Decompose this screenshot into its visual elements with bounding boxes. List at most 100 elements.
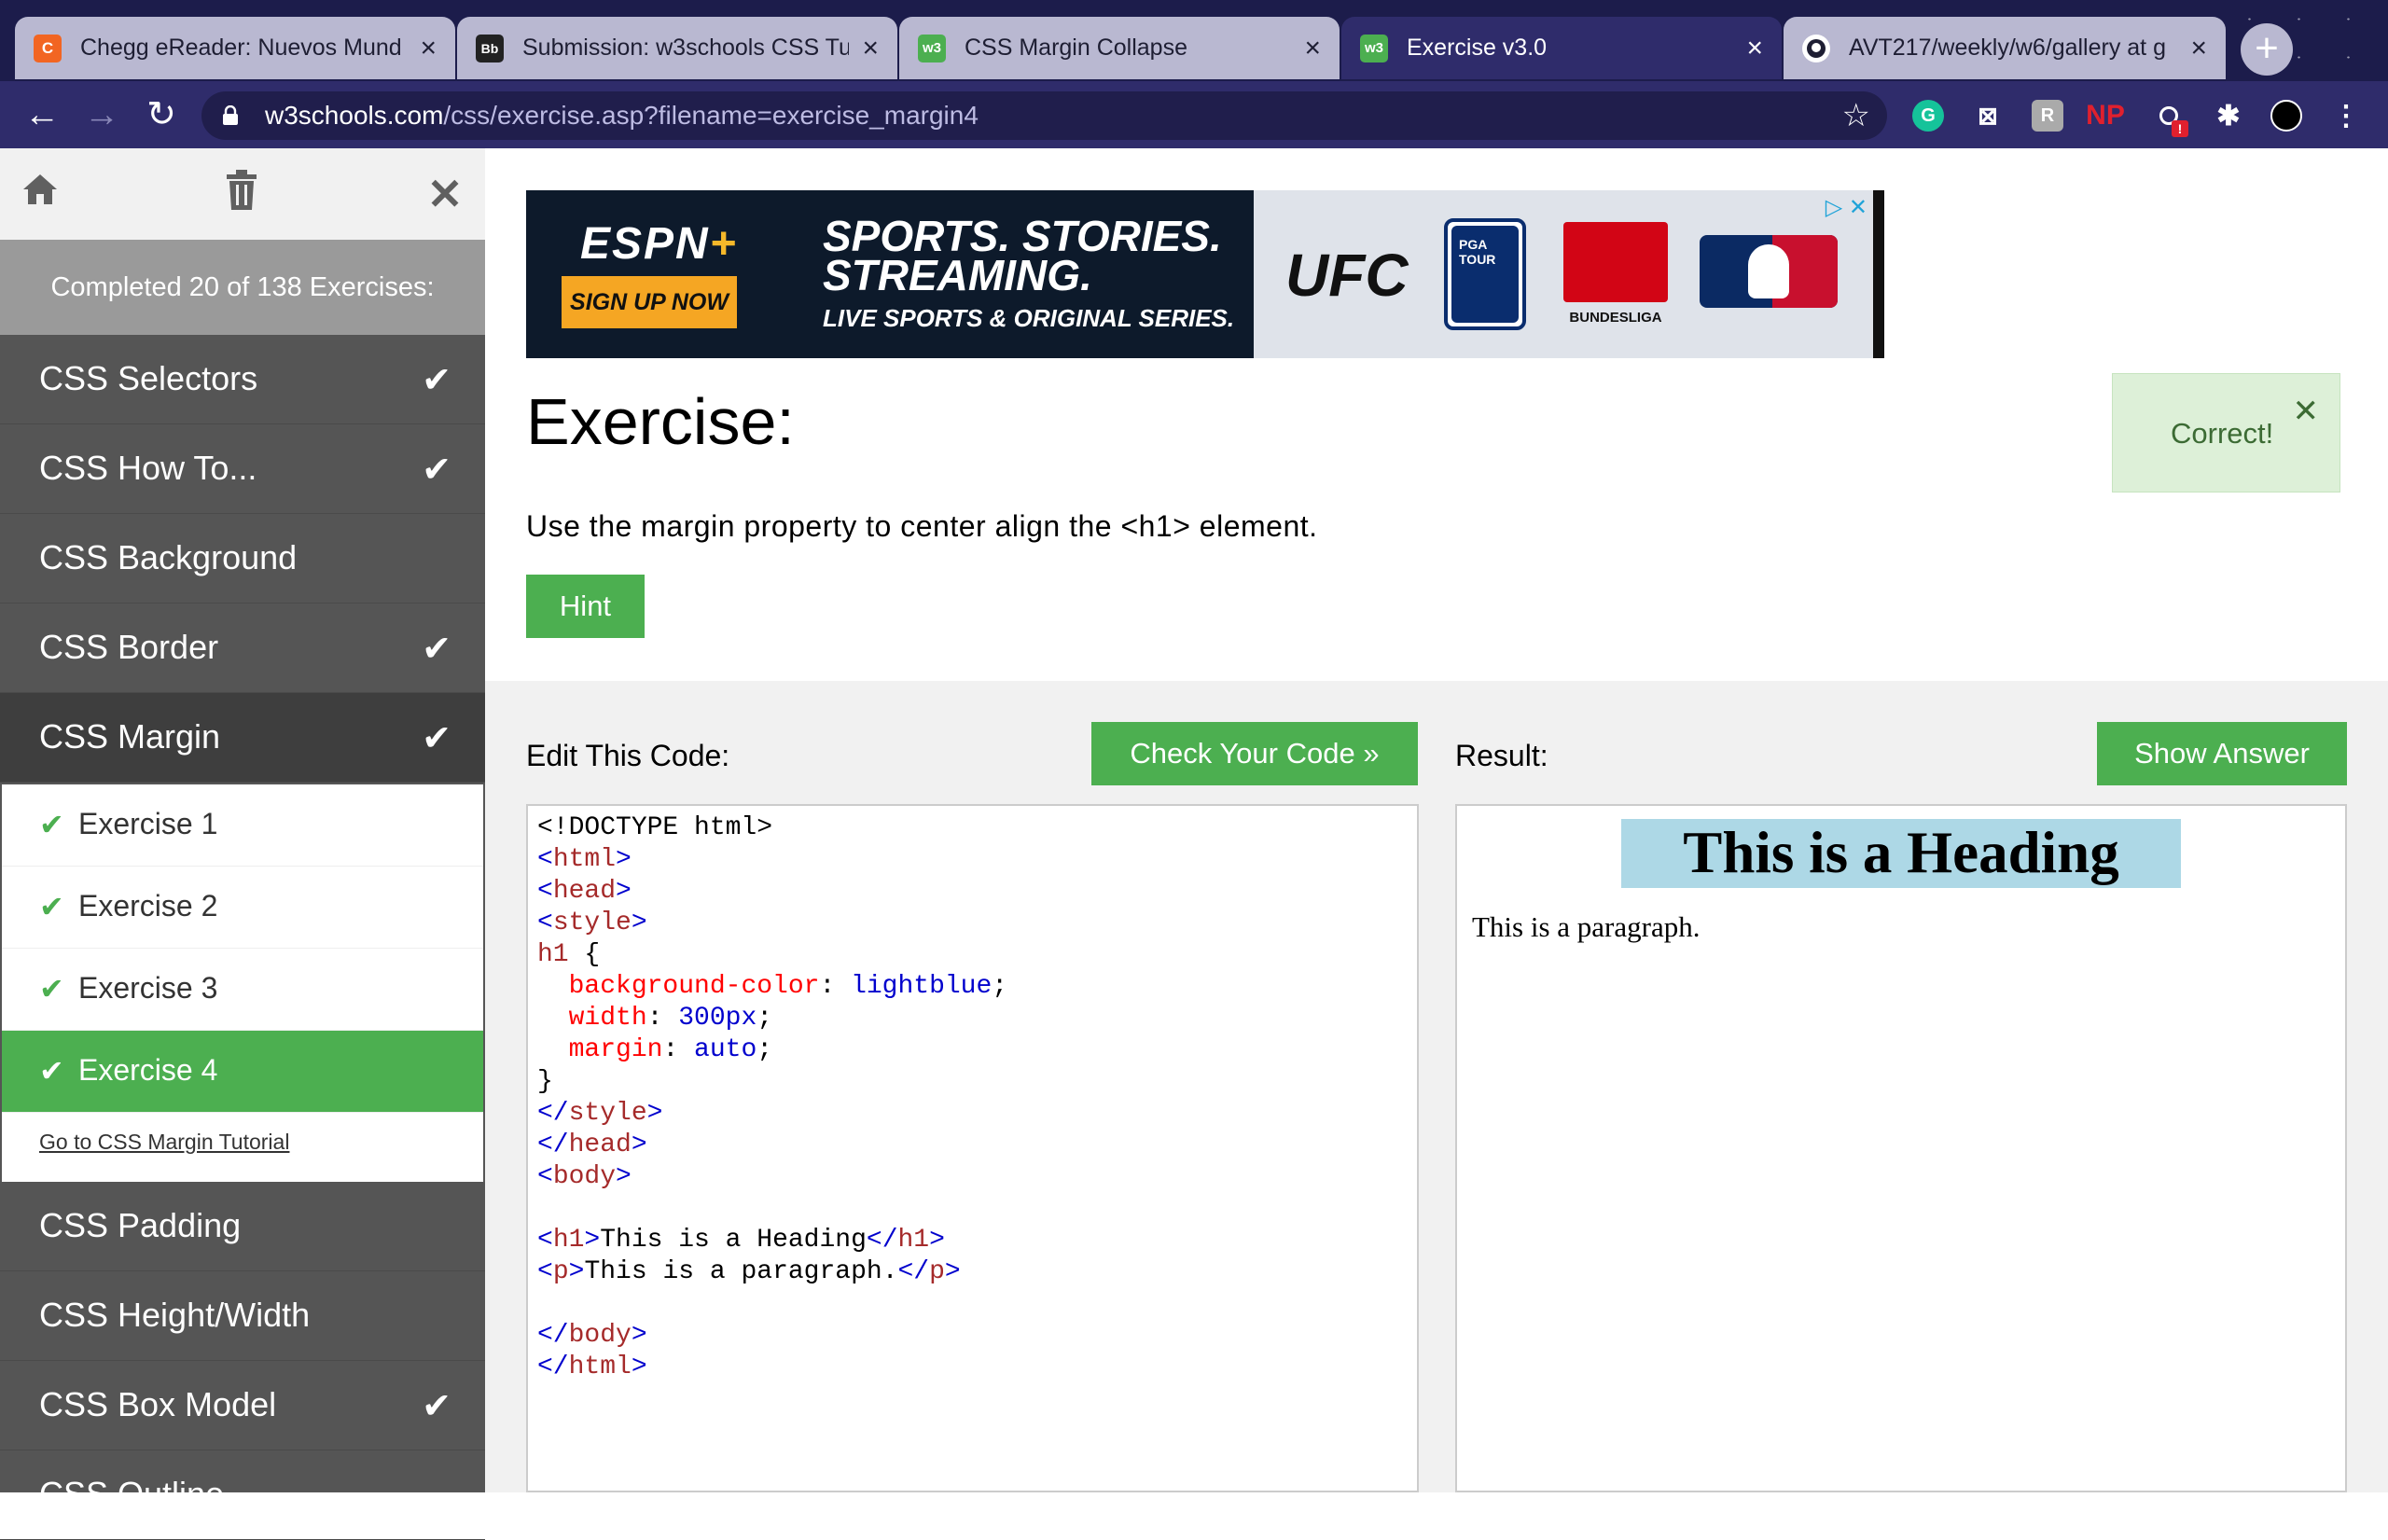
- tab-close-icon[interactable]: ×: [420, 33, 437, 64]
- ad-banner[interactable]: ESPN+ SIGN UP NOW SPORTS. STORIES. STREA…: [526, 190, 1884, 358]
- check-icon: ✔: [422, 451, 451, 490]
- code-line: }: [537, 1067, 553, 1096]
- sidebar-item-css-how-to[interactable]: CSS How To... ✔: [0, 424, 485, 514]
- code-line: h1 {: [537, 940, 601, 969]
- espn-brand: ESPN: [580, 219, 710, 269]
- extension-badge: !: [2172, 120, 2188, 137]
- check-icon: ✔: [39, 972, 64, 1006]
- sidebar-toolbar: ✕: [0, 148, 485, 240]
- url-host: w3schools.com: [265, 101, 444, 130]
- tab-close-icon[interactable]: ×: [1304, 33, 1321, 64]
- exercise-item-1[interactable]: ✔ Exercise 1: [2, 784, 483, 867]
- home-icon[interactable]: [15, 169, 65, 219]
- menu-kebab-icon[interactable]: ⋮: [2330, 100, 2362, 132]
- exercise-workspace: Edit This Code: Check Your Code » Result…: [485, 681, 2388, 1492]
- tab-close-icon[interactable]: ×: [2190, 33, 2207, 64]
- bundesliga-emblem: [1563, 222, 1668, 302]
- extension-icon[interactable]: ⊠: [1972, 100, 2004, 132]
- tab-title: Chegg eReader: Nuevos Mund: [80, 35, 402, 61]
- sidebar-item-label: CSS Background: [39, 538, 298, 576]
- reload-icon[interactable]: ↻: [138, 92, 185, 139]
- exercise-instruction: Use the margin property to center align …: [526, 509, 1318, 543]
- tab-css-margin-collapse[interactable]: w3 CSS Margin Collapse ×: [899, 17, 1340, 79]
- bundesliga-logo: BUNDESLIGA: [1563, 222, 1668, 326]
- exercise-sidebar: ✕ Completed 20 of 138 Exercises: CSS Sel…: [0, 148, 485, 1540]
- extension-icon[interactable]: R: [2032, 100, 2063, 132]
- hint-button[interactable]: Hint: [526, 575, 645, 638]
- tab-blackboard[interactable]: Bb Submission: w3schools CSS Tu ×: [457, 17, 897, 79]
- adchoices-icon[interactable]: ▷ ✕: [1826, 194, 1867, 221]
- check-icon: ✔: [39, 890, 64, 923]
- trash-icon[interactable]: [216, 169, 267, 219]
- editor-label: Edit This Code:: [526, 739, 730, 772]
- ufc-logo: UFC: [1285, 242, 1409, 309]
- tab-github[interactable]: AVT217/weekly/w6/gallery at g ×: [1784, 17, 2226, 79]
- exercise-label: Exercise 1: [78, 807, 218, 840]
- w3schools-favicon-icon: w3: [1360, 34, 1388, 62]
- sidebar-item-label: CSS How To...: [39, 449, 257, 487]
- code-editor[interactable]: <!DOCTYPE html> <html> <head> <style> h1…: [526, 804, 1419, 1492]
- result-label: Result:: [1455, 739, 1548, 772]
- sidebar-item-css-background[interactable]: CSS Background: [0, 514, 485, 604]
- url-path: /css/exercise.asp?filename=exercise_marg…: [443, 101, 979, 130]
- ad-signup-button[interactable]: SIGN UP NOW: [562, 276, 737, 328]
- completed-count: Completed 20 of 138 Exercises:: [0, 240, 485, 335]
- tab-close-icon[interactable]: ×: [862, 33, 879, 64]
- puzzle-extensions-icon[interactable]: ✱: [2213, 100, 2244, 132]
- chegg-favicon-icon: C: [34, 34, 62, 62]
- result-frame[interactable]: This is a Heading This is a paragraph.: [1455, 804, 2347, 1492]
- sidebar-item-label: CSS Height/Width: [39, 1296, 311, 1334]
- star-icon[interactable]: ☆: [1842, 97, 1870, 134]
- forward-arrow-icon[interactable]: →: [78, 92, 125, 139]
- tab-exercise-active[interactable]: w3 Exercise v3.0 ×: [1341, 17, 1782, 79]
- tab-chegg[interactable]: C Chegg eReader: Nuevos Mund ×: [15, 17, 455, 79]
- sidebar-item-css-outline[interactable]: CSS Outline: [0, 1450, 485, 1540]
- sidebar-item-label: CSS Padding: [39, 1206, 242, 1244]
- sidebar-item-css-box-model[interactable]: CSS Box Model ✔: [0, 1361, 485, 1450]
- sidebar-item-label: CSS Margin: [39, 717, 221, 756]
- code-line: <style>: [537, 909, 647, 937]
- sidebar-item-css-height-width[interactable]: CSS Height/Width: [0, 1271, 485, 1361]
- new-tab-button[interactable]: +: [2241, 23, 2293, 76]
- code-line: <html>: [537, 845, 632, 874]
- exercise-item-3[interactable]: ✔ Exercise 3: [2, 949, 483, 1031]
- close-icon[interactable]: ✕: [2293, 393, 2320, 430]
- tab-title: AVT217/weekly/w6/gallery at g: [1849, 35, 2166, 61]
- address-bar[interactable]: w3schools.com/css/exercise.asp?filename=…: [201, 91, 1887, 140]
- sidebar-item-css-margin[interactable]: CSS Margin ✔: [0, 693, 485, 783]
- code-line: background-color: lightblue;: [568, 972, 1008, 1001]
- sidebar-item-css-selectors[interactable]: CSS Selectors ✔: [0, 335, 485, 424]
- tab-close-icon[interactable]: ×: [1746, 33, 1763, 64]
- sidebar-item-label: CSS Outline: [39, 1475, 225, 1513]
- result-heading: This is a Heading: [1621, 819, 2181, 888]
- check-code-button[interactable]: Check Your Code »: [1091, 722, 1418, 785]
- np-extension-icon[interactable]: NP: [2086, 100, 2125, 132]
- tutorial-link[interactable]: Go to CSS Margin Tutorial: [39, 1130, 289, 1155]
- ad-headline: SPORTS. STORIES. STREAMING.: [823, 212, 1222, 299]
- sidebar-item-css-padding[interactable]: CSS Padding: [0, 1182, 485, 1271]
- w3schools-favicon-icon: w3: [918, 34, 946, 62]
- exercise-item-2[interactable]: ✔ Exercise 2: [2, 867, 483, 949]
- exercise-item-4[interactable]: ✔ Exercise 4: [2, 1031, 483, 1113]
- grammarly-extension-icon[interactable]: G: [1912, 100, 1944, 132]
- tab-title: Submission: w3schools CSS Tu: [522, 35, 850, 61]
- extension-alert-icon[interactable]: !: [2153, 100, 2188, 137]
- show-answer-button[interactable]: Show Answer: [2097, 722, 2347, 785]
- sidebar-item-label: CSS Selectors: [39, 359, 258, 397]
- sidebar-item-css-border[interactable]: CSS Border ✔: [0, 604, 485, 693]
- ad-subline: LIVE SPORTS & ORIGINAL SERIES.: [823, 304, 1235, 332]
- check-icon: ✔: [422, 1387, 451, 1426]
- code-line: </body>: [537, 1321, 647, 1350]
- bundesliga-text: BUNDESLIGA: [1569, 310, 1662, 326]
- exercise-label: Exercise 2: [78, 889, 218, 923]
- pga-tour-logo: PGA TOUR: [1444, 218, 1526, 330]
- espn-logo: ESPN+: [580, 218, 738, 270]
- back-arrow-icon[interactable]: ←: [19, 92, 65, 139]
- url-text[interactable]: w3schools.com/css/exercise.asp?filename=…: [265, 101, 979, 131]
- code-line: <p>This is a paragraph.</p>: [537, 1257, 961, 1286]
- close-icon[interactable]: ✕: [420, 169, 470, 219]
- code-line: <body>: [537, 1162, 632, 1191]
- profile-avatar-icon[interactable]: [2270, 100, 2302, 132]
- exercise-list: ✔ Exercise 1 ✔ Exercise 2 ✔ Exercise 3 ✔…: [2, 784, 483, 1182]
- pga-logo-text: PGA TOUR: [1459, 237, 1496, 267]
